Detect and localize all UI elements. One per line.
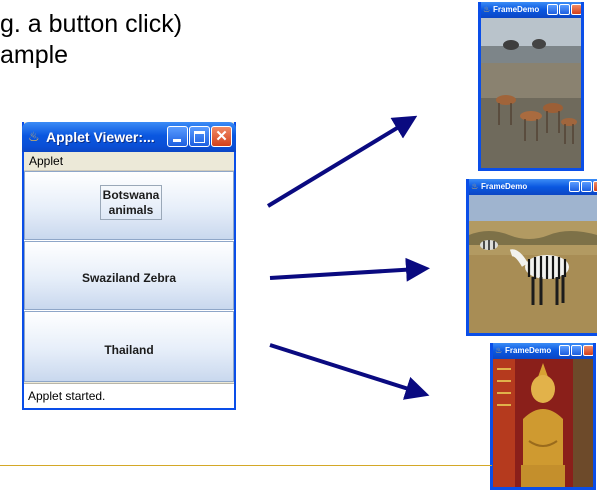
frame-1-title-bar[interactable]: ♨ FrameDemo — [481, 2, 581, 18]
arrow-to-frame-1 — [266, 115, 418, 208]
maximize-button[interactable] — [559, 4, 570, 15]
java-cup-icon: ♨ — [471, 182, 479, 191]
antelope-elephants-photo — [481, 18, 581, 168]
frame-demo-window-2: ♨ FrameDemo — [466, 179, 597, 336]
close-button[interactable] — [583, 345, 593, 356]
zebra-photo — [469, 195, 597, 333]
close-button[interactable] — [593, 181, 597, 192]
maximize-button[interactable] — [581, 181, 592, 192]
frame-1-title: FrameDemo — [493, 5, 540, 14]
close-button[interactable] — [571, 4, 581, 15]
java-cup-icon: ♨ — [495, 346, 503, 355]
frame-3-title-bar[interactable]: ♨ FrameDemo — [493, 343, 593, 359]
minimize-button[interactable] — [569, 181, 580, 192]
arrow-to-frame-2 — [269, 257, 430, 282]
java-cup-icon: ♨ — [483, 5, 491, 14]
maximize-button[interactable] — [571, 345, 582, 356]
minimize-button[interactable] — [559, 345, 570, 356]
frame-2-title-bar[interactable]: ♨ FrameDemo — [469, 179, 597, 195]
golden-buddha-photo — [493, 359, 593, 487]
arrow-to-frame-3 — [269, 343, 430, 400]
minimize-button[interactable] — [547, 4, 558, 15]
slide-footer-rule — [0, 465, 492, 466]
frame-2-title: FrameDemo — [481, 182, 528, 191]
frame-demo-window-1: ♨ FrameDemo — [478, 2, 584, 171]
frame-demo-window-3: ♨ FrameDemo — [490, 343, 596, 490]
frame-3-title: FrameDemo — [505, 346, 552, 355]
